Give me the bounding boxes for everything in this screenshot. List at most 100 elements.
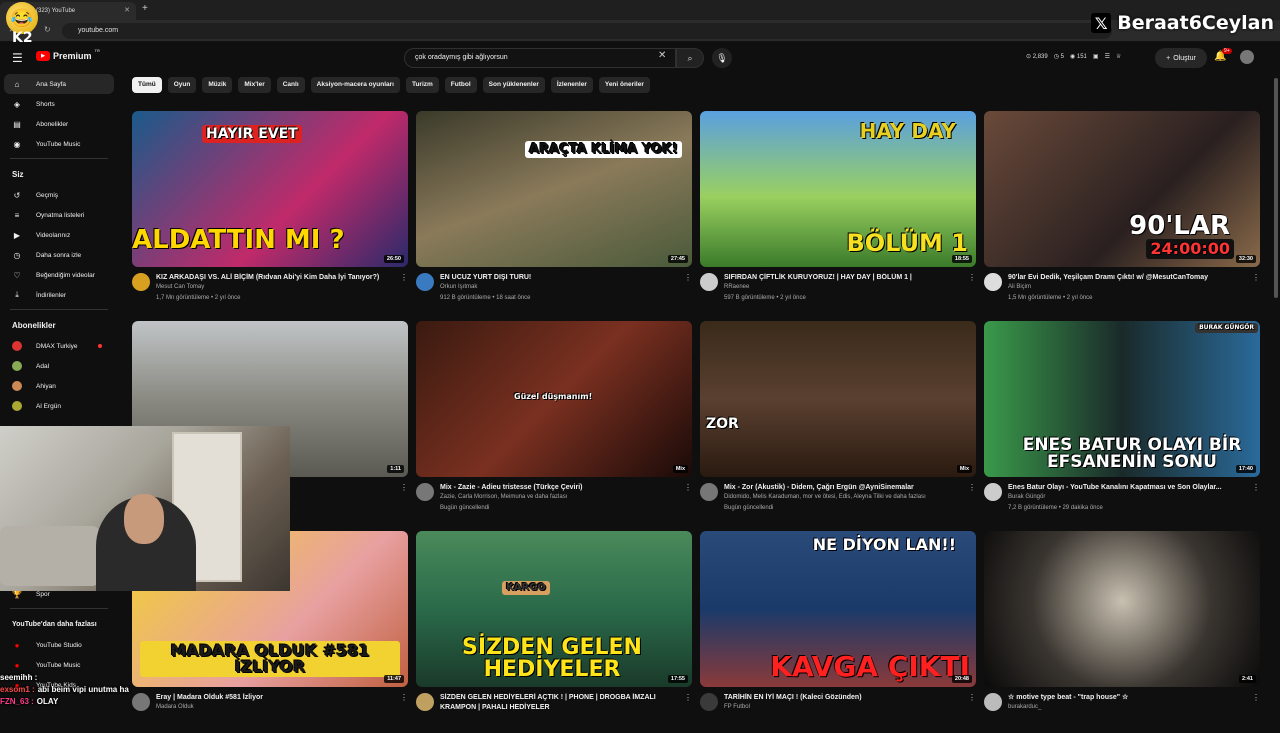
more-options-icon[interactable]: ⋮ [968, 483, 976, 492]
voice-search-button[interactable]: 🎙 [712, 48, 732, 68]
sidebar-channel[interactable]: Adal [0, 356, 118, 376]
sidebar-item-like[interactable]: ♡ Beğendiğim videolar [0, 265, 118, 285]
video-card[interactable]: 2:41 ☆ motive type beat - "trap house" ☆ b… [984, 531, 1260, 733]
filter-chip[interactable]: Son yüklenenler [482, 77, 545, 93]
tab-close-icon[interactable]: ✕ [124, 6, 130, 14]
more-options-icon[interactable]: ⋮ [400, 273, 408, 282]
video-card[interactable]: 90'LAR 24:00:00 32:30 90'lar Evi Dedik, Yeş… [984, 111, 1260, 313]
video-title[interactable]: SIFIRDAN ÇİFTLİK KURUYORUZ! | HAY DAY | … [724, 273, 966, 283]
sidebar-item-history[interactable]: ↺ Geçmiş [0, 185, 118, 205]
channel-name[interactable]: Burak Güngör [1008, 494, 1045, 500]
sidebar-channel[interactable]: Ahiyan [0, 376, 118, 396]
filter-chip[interactable]: Turizm [405, 77, 439, 93]
more-options-icon[interactable]: ⋮ [684, 273, 692, 282]
sidebar-section-you[interactable]: Siz [0, 163, 118, 185]
sidebar-item-watch-later[interactable]: ◷ Daha sonra izle [0, 245, 118, 265]
video-title[interactable]: ☆ motive type beat - "trap house" ☆ [1008, 693, 1250, 703]
video-thumbnail[interactable]: ALDATTIN MI ? HAYIR EVET 26:50 [132, 111, 408, 267]
channel-avatar[interactable] [984, 483, 1002, 501]
channel-name[interactable]: Zazie, Carla Morrison, Meimuna ve daha f… [440, 494, 567, 500]
filter-chip[interactable]: Yeni öneriler [598, 77, 650, 93]
video-title[interactable]: Mix - Zazie - Adieu tristesse (Türkçe Çe… [440, 483, 682, 493]
video-title[interactable]: EN UCUZ YURT DIŞI TURU! [440, 273, 682, 283]
channel-name[interactable]: burakarduc_ [1008, 704, 1041, 710]
channel-name[interactable]: Didomido, Melis Karaduman, mor ve ötesi,… [724, 494, 926, 500]
video-title[interactable]: TARİHİN EN İYİ MAÇI ! (Kaleci Gözünden) [724, 693, 966, 703]
sidebar-item-playlist[interactable]: ≡ Oynatma listeleri [0, 205, 118, 225]
more-options-icon[interactable]: ⋮ [1252, 483, 1260, 492]
video-card[interactable]: ARAÇTA KLİMA YOK! 27:45 EN UCUZ YURT DIŞI … [416, 111, 692, 313]
sidebar-item-shorts[interactable]: ◈ Shorts [0, 94, 118, 114]
channel-avatar[interactable] [700, 273, 718, 291]
url-bar[interactable]: youtube.com [62, 23, 1112, 39]
video-title[interactable]: Enes Batur Olayı - YouTube Kanalını Kapa… [1008, 483, 1250, 493]
video-card[interactable]: SİZDEN GELEN HEDİYELER KARGO 17:55 SİZDEN G… [416, 531, 692, 733]
video-card[interactable]: BÖLÜM 1 HAY DAY 18:55 SIFIRDAN ÇİFTLİK KURU… [700, 111, 976, 313]
sidebar-channel[interactable]: Al Ergün [0, 396, 118, 416]
menu-icon[interactable]: ☰ [12, 51, 23, 65]
more-options-icon[interactable]: ⋮ [400, 483, 408, 492]
more-options-icon[interactable]: ⋮ [400, 693, 408, 702]
channel-name[interactable]: Mesut Can Tomay [156, 284, 204, 290]
ext-icon-3[interactable]: ♕ [1116, 53, 1121, 60]
channel-avatar[interactable] [416, 693, 434, 711]
video-thumbnail[interactable]: ZOR Mix [700, 321, 976, 477]
more-options-icon[interactable]: ⋮ [1252, 273, 1260, 282]
more-options-icon[interactable]: ⋮ [1252, 693, 1260, 702]
channel-name[interactable]: RRaenee [724, 284, 749, 290]
account-avatar[interactable] [1240, 50, 1254, 64]
sidebar-item-more[interactable]: ● YouTube Studio [0, 635, 118, 655]
sidebar-section-subscriptions[interactable]: Abonelikler [0, 314, 118, 336]
channel-avatar[interactable] [416, 273, 434, 291]
video-title[interactable]: 90'lar Evi Dedik, Yeşilçam Dramı Çıktı! … [1008, 273, 1250, 283]
video-thumbnail[interactable]: SİZDEN GELEN HEDİYELER KARGO 17:55 [416, 531, 692, 687]
clear-search-icon[interactable]: ✕ [658, 50, 666, 61]
video-card[interactable]: ENES BATUR OLAYI BİR EFSANENİN SONU BURAK… [984, 321, 1260, 523]
video-thumbnail[interactable]: Güzel düşmanım! Mix [416, 321, 692, 477]
video-card[interactable]: ZOR Mix Mix - Zor (Akustik) - Didem, Çağrı… [700, 321, 976, 523]
more-options-icon[interactable]: ⋮ [684, 483, 692, 492]
channel-avatar[interactable] [132, 273, 150, 291]
filter-chip[interactable]: Aksiyon-macera oyunları [310, 77, 400, 93]
video-card[interactable]: ALDATTIN MI ? HAYIR EVET 26:50 KIZ ARKADAŞI… [132, 111, 408, 313]
video-thumbnail[interactable]: BÖLÜM 1 HAY DAY 18:55 [700, 111, 976, 267]
filter-chip[interactable]: Mix'ler [238, 77, 271, 93]
video-thumbnail[interactable]: 2:41 [984, 531, 1260, 687]
video-title[interactable]: KIZ ARKADAŞI VS. ALİ BİÇİM (Rıdvan Abi'y… [156, 273, 398, 283]
filter-chip[interactable]: İzlenenler [550, 77, 593, 93]
sidebar-item-home[interactable]: ⌂ Ana Sayfa [4, 74, 114, 94]
video-thumbnail[interactable]: ENES BATUR OLAYI BİR EFSANENİN SONU BURAK… [984, 321, 1260, 477]
video-thumbnail[interactable]: KAVGA ÇIKTI NE DİYON LAN!! 20:48 [700, 531, 976, 687]
filter-chip[interactable]: Tümü [132, 77, 162, 93]
ext-icon-2[interactable]: ☰ [1105, 53, 1110, 60]
new-tab-button[interactable]: + [142, 3, 148, 14]
search-input[interactable]: çok oradaymış gibi ağlıyorsun [404, 48, 676, 68]
sidebar-item-music[interactable]: ◉ YouTube Music [0, 134, 118, 154]
video-thumbnail[interactable]: ARAÇTA KLİMA YOK! 27:45 [416, 111, 692, 267]
video-title[interactable]: Mix - Zor (Akustik) - Didem, Çağrı Ergün… [724, 483, 966, 493]
filter-chip[interactable]: Oyun [167, 77, 197, 93]
channel-name[interactable]: FP Futbol [724, 704, 750, 710]
channel-avatar[interactable] [700, 483, 718, 501]
filter-chip[interactable]: Canlı [276, 77, 305, 93]
search-button[interactable]: ⌕ [676, 48, 704, 68]
youtube-logo[interactable]: ▶ Premium TR [36, 48, 100, 61]
channel-name[interactable]: Ali Biçim [1008, 284, 1031, 290]
sidebar-item-subscriptions[interactable]: ▤ Abonelikler [0, 114, 118, 134]
video-title[interactable]: SİZDEN GELEN HEDİYELERİ AÇTIK ! | PHONE … [440, 693, 682, 713]
video-card[interactable]: KAVGA ÇIKTI NE DİYON LAN!! 20:48 TARİHİN EN… [700, 531, 976, 733]
more-options-icon[interactable]: ⋮ [968, 273, 976, 282]
video-card[interactable]: Güzel düşmanım! Mix Mix - Zazie - Adieu tr… [416, 321, 692, 523]
sidebar-item-download[interactable]: ⤓ İndirilenler [0, 285, 118, 305]
channel-avatar[interactable] [700, 693, 718, 711]
filter-chip[interactable]: Futbol [444, 77, 477, 93]
channel-avatar[interactable] [984, 273, 1002, 291]
more-options-icon[interactable]: ⋮ [684, 693, 692, 702]
sidebar-item-your-videos[interactable]: ▶ Videolarınız [0, 225, 118, 245]
channel-name[interactable]: Orkun Işıtmak [440, 284, 477, 290]
reload-icon[interactable]: ↻ [44, 25, 51, 34]
video-thumbnail[interactable]: 90'LAR 24:00:00 32:30 [984, 111, 1260, 267]
create-button[interactable]: + Oluştur [1155, 48, 1207, 68]
channel-avatar[interactable] [416, 483, 434, 501]
ext-icon-1[interactable]: ▣ [1093, 53, 1099, 60]
